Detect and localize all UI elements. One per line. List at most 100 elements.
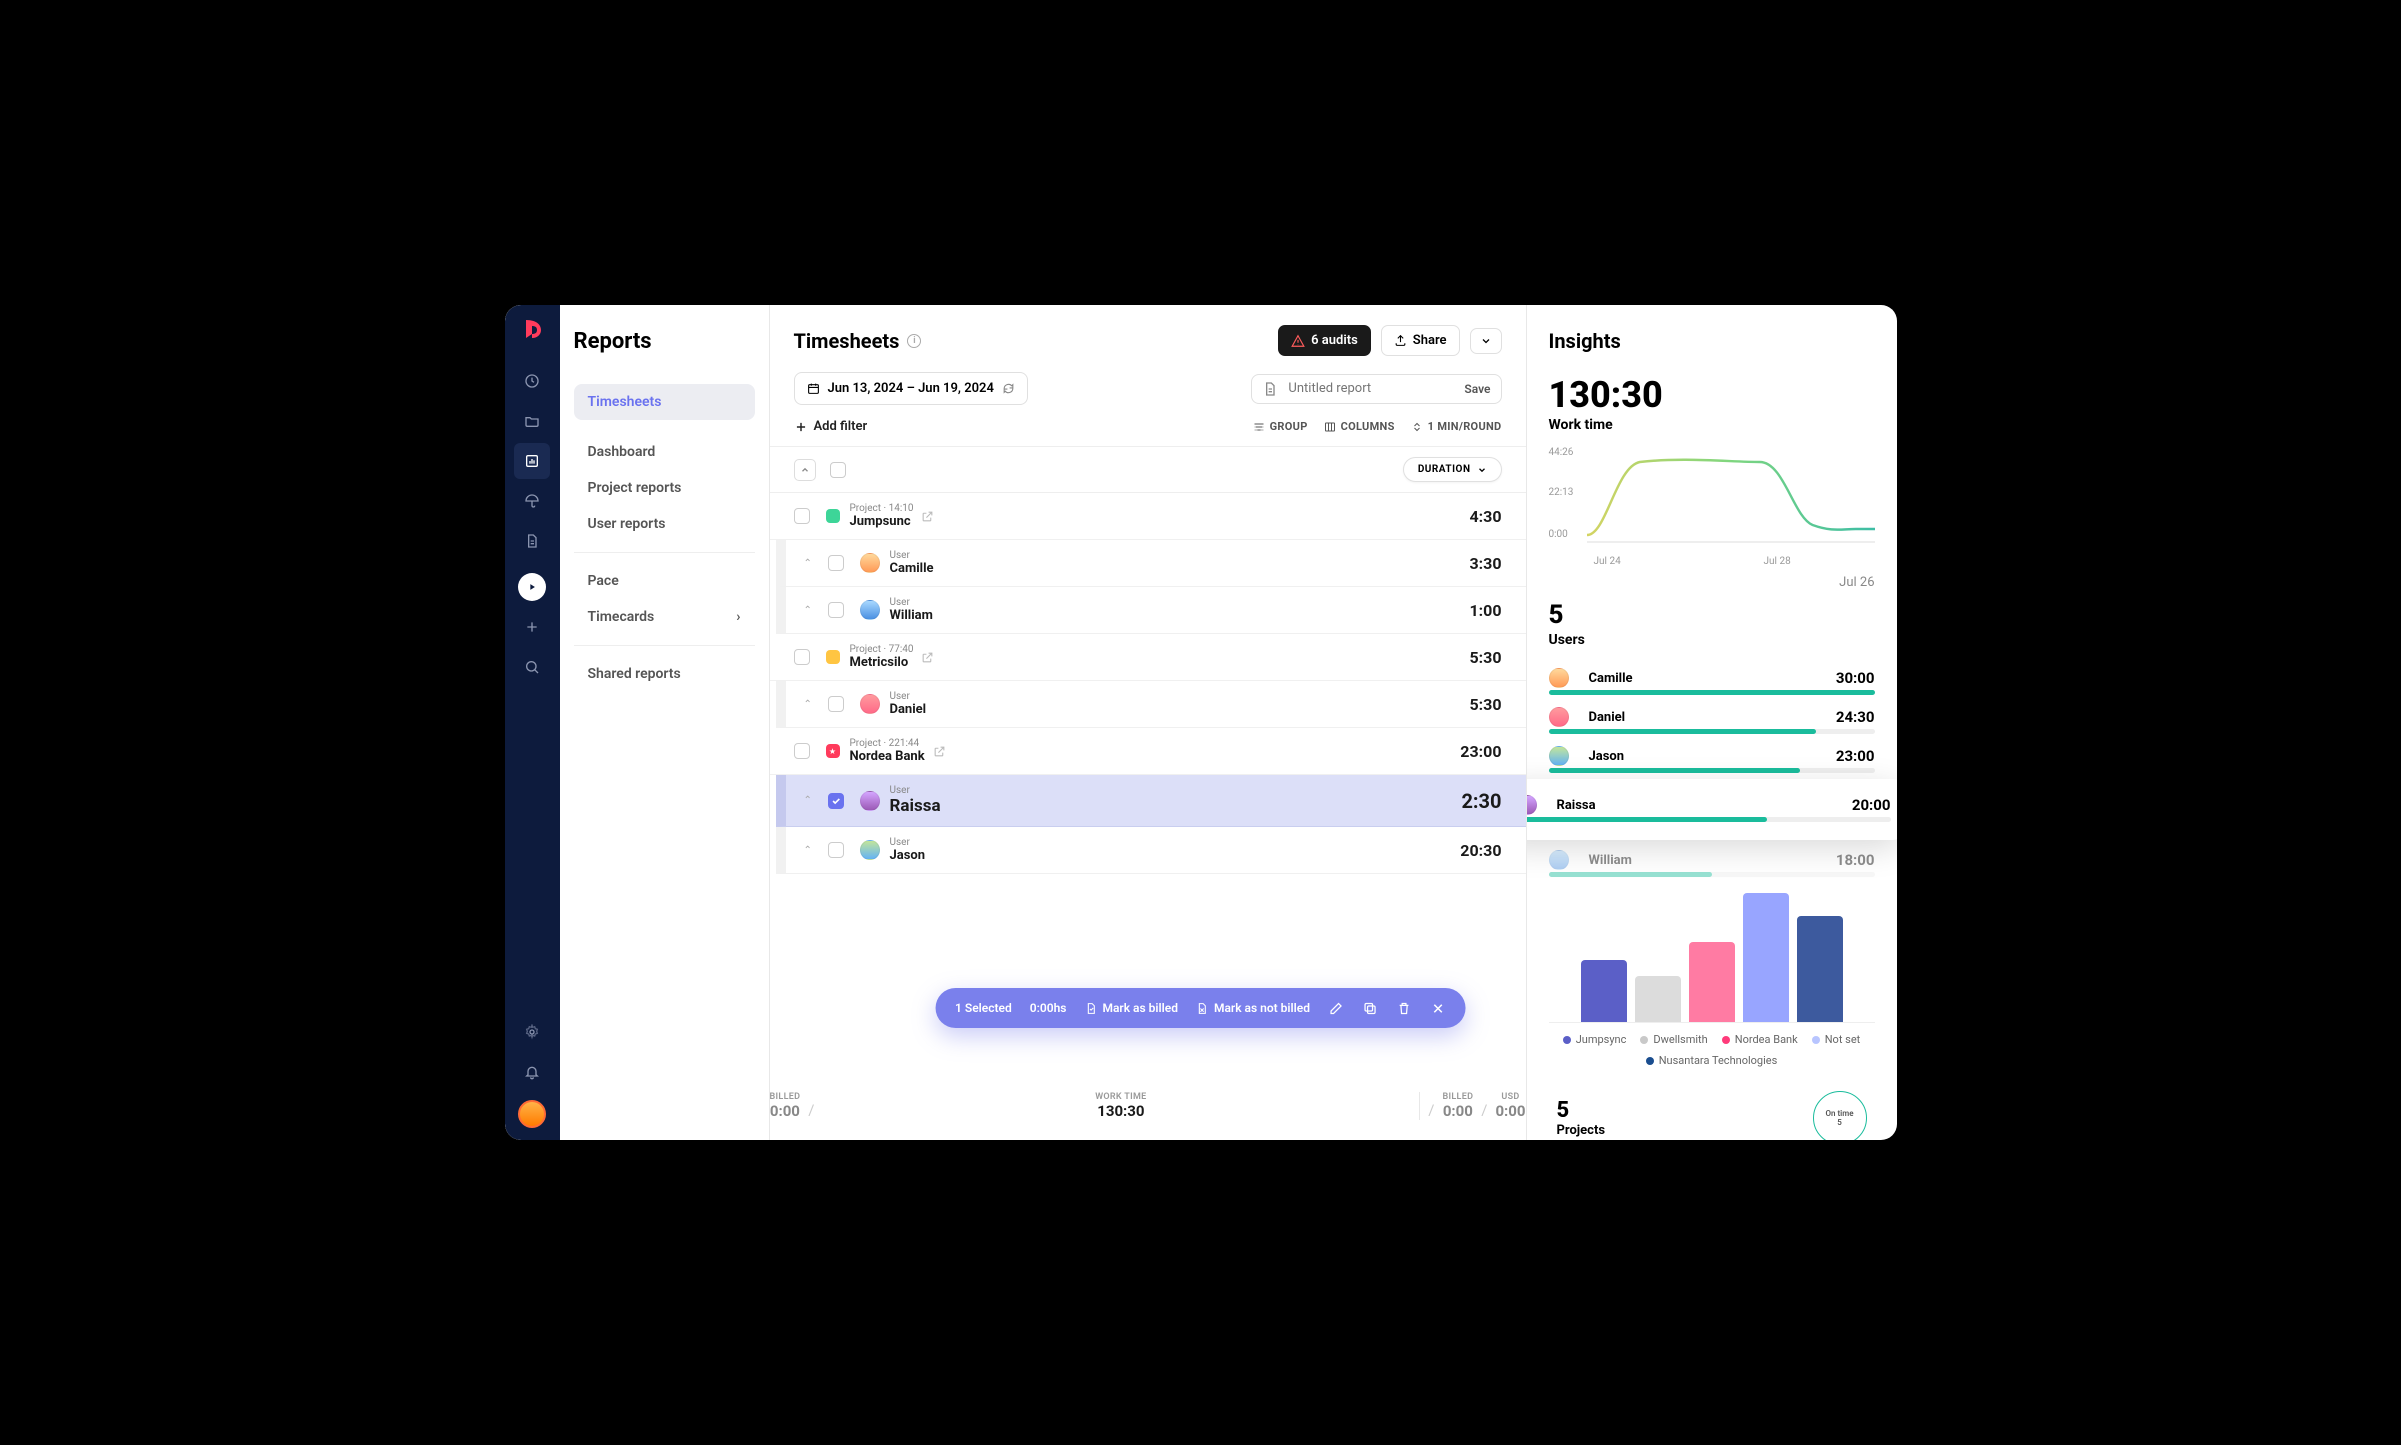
bell-icon[interactable] xyxy=(514,1054,550,1090)
search-icon[interactable] xyxy=(514,649,550,685)
user-avatar-icon xyxy=(860,553,880,573)
row-checkbox[interactable] xyxy=(828,555,844,571)
selection-bar: 1 Selected 0:00hs Mark as billed Mark as… xyxy=(935,988,1466,1028)
row-checkbox[interactable] xyxy=(828,602,844,618)
mark-not-billed-button[interactable]: Mark as not billed xyxy=(1196,1000,1310,1016)
hover-date: Jul 26 xyxy=(1549,575,1875,590)
user-avatar-icon xyxy=(1527,795,1537,815)
nav-project-reports[interactable]: Project reports xyxy=(574,470,755,506)
mark-billed-button[interactable]: Mark as billed xyxy=(1084,1000,1178,1016)
row-checkbox[interactable] xyxy=(794,508,810,524)
users-label: Users xyxy=(1549,632,1875,648)
projects-count: 5 xyxy=(1557,1098,1606,1123)
table-row[interactable]: ⌃UserDaniel5:30 xyxy=(776,681,1526,728)
nav-pace[interactable]: Pace xyxy=(574,563,755,599)
gear-icon[interactable] xyxy=(514,1014,550,1050)
logo xyxy=(520,317,544,341)
duration-value: 20:30 xyxy=(1460,841,1501,860)
bar xyxy=(1635,976,1681,1022)
table-row[interactable]: ⌃UserRaissa2:30 xyxy=(776,775,1526,827)
main-content: Timesheets i 6 audits Share Jun 13, 2024… xyxy=(770,305,1527,1140)
user-avatar-icon xyxy=(1549,668,1569,688)
nav-timecards[interactable]: Timecards› xyxy=(574,599,755,635)
sidebar-title: Reports xyxy=(574,329,755,354)
projects-label: Projects xyxy=(1557,1123,1606,1138)
chevron-icon[interactable]: ⌃ xyxy=(804,605,818,616)
nav-timesheets[interactable]: Timesheets xyxy=(574,384,755,420)
page-title: Timesheets i xyxy=(794,329,922,353)
nav-dashboard[interactable]: Dashboard xyxy=(574,434,755,470)
user-avatar-icon xyxy=(1549,707,1569,727)
chevron-icon[interactable]: ⌃ xyxy=(804,699,818,710)
reports-sidebar: Reports Timesheets Dashboard Project rep… xyxy=(560,305,770,1140)
more-button[interactable] xyxy=(1470,328,1502,354)
share-button[interactable]: Share xyxy=(1381,325,1460,356)
work-time-chart: 44:26 22:13 0:00 Jul 24 Jul 28 xyxy=(1549,447,1875,567)
duration-sort[interactable]: DURATION xyxy=(1403,457,1502,482)
selection-count: 1 Selected xyxy=(955,1001,1012,1015)
clock-icon[interactable] xyxy=(514,363,550,399)
project-badge xyxy=(826,650,840,664)
select-all-checkbox[interactable] xyxy=(830,462,846,478)
user-stat-row[interactable]: Daniel24:30 xyxy=(1549,701,1875,734)
audits-button[interactable]: 6 audits xyxy=(1278,325,1371,356)
add-filter-button[interactable]: Add filter xyxy=(794,419,868,434)
duration-value: 3:30 xyxy=(1469,554,1501,573)
totals-footer: BILLED0:00 / WORK TIME130:30 / BILLED0:0… xyxy=(770,1042,1526,1140)
user-avatar-icon xyxy=(860,600,880,620)
external-link-icon[interactable] xyxy=(921,651,934,664)
group-button[interactable]: GROUP xyxy=(1253,420,1308,433)
selection-hours: 0:00hs xyxy=(1030,1001,1067,1015)
row-checkbox[interactable] xyxy=(794,743,810,759)
user-avatar-icon xyxy=(1549,850,1569,870)
chevron-icon[interactable]: ⌃ xyxy=(804,845,818,856)
duration-value: 5:30 xyxy=(1469,648,1501,667)
user-stat-row[interactable]: Jason23:00 xyxy=(1549,740,1875,773)
table-row[interactable]: ⌃UserWilliam1:00 xyxy=(776,587,1526,634)
chevron-icon[interactable]: ⌃ xyxy=(804,795,818,806)
legend-item: Nordea Bank xyxy=(1722,1033,1798,1046)
table-row[interactable]: ⌃UserCamille3:30 xyxy=(776,540,1526,587)
play-button[interactable] xyxy=(518,573,546,601)
reports-icon[interactable] xyxy=(514,443,550,479)
edit-icon[interactable] xyxy=(1328,1000,1344,1016)
row-checkbox[interactable] xyxy=(828,793,844,809)
round-button[interactable]: 1 MIN/ROUND xyxy=(1411,420,1502,433)
copy-icon[interactable] xyxy=(1362,1000,1378,1016)
nav-user-reports[interactable]: User reports xyxy=(574,506,755,542)
chevron-right-icon: › xyxy=(736,609,740,625)
row-checkbox[interactable] xyxy=(828,842,844,858)
report-name-input[interactable] xyxy=(1288,381,1454,396)
table-row[interactable]: Project · 77:40Metricsilo5:30 xyxy=(770,634,1526,681)
insights-title: Insights xyxy=(1549,329,1875,353)
table-row[interactable]: ★Project · 221:44Nordea Bank23:00 xyxy=(770,728,1526,775)
save-button[interactable]: Save xyxy=(1464,382,1490,396)
umbrella-icon[interactable] xyxy=(514,483,550,519)
document-icon[interactable] xyxy=(514,523,550,559)
user-stat-row[interactable]: William18:00 xyxy=(1549,844,1875,877)
nav-shared-reports[interactable]: Shared reports xyxy=(574,656,755,692)
row-checkbox[interactable] xyxy=(828,696,844,712)
chevron-icon[interactable]: ⌃ xyxy=(804,558,818,569)
row-checkbox[interactable] xyxy=(794,649,810,665)
folder-icon[interactable] xyxy=(514,403,550,439)
columns-button[interactable]: COLUMNS xyxy=(1324,420,1395,433)
table-row[interactable]: ⌃UserJason20:30 xyxy=(776,827,1526,874)
external-link-icon[interactable] xyxy=(921,510,934,523)
duration-value: 5:30 xyxy=(1469,695,1501,714)
on-time-stat: On time5 xyxy=(1813,1091,1867,1140)
close-icon[interactable] xyxy=(1430,1000,1446,1016)
bar xyxy=(1743,893,1789,1022)
work-time-value: 130:30 xyxy=(1549,377,1875,413)
table-row[interactable]: Project · 14:10Jumpsunc4:30 xyxy=(770,493,1526,540)
user-avatar[interactable] xyxy=(518,1100,546,1128)
date-range-picker[interactable]: Jun 13, 2024 – Jun 19, 2024 xyxy=(794,372,1028,405)
info-icon[interactable]: i xyxy=(907,334,921,348)
collapse-all-button[interactable] xyxy=(794,459,816,481)
external-link-icon[interactable] xyxy=(933,745,946,758)
user-stat-row[interactable]: Camille30:00 xyxy=(1549,662,1875,695)
user-stat-row[interactable]: Raissa20:00 xyxy=(1527,779,1897,840)
plus-icon[interactable] xyxy=(514,609,550,645)
delete-icon[interactable] xyxy=(1396,1000,1412,1016)
refresh-icon[interactable] xyxy=(1002,382,1015,395)
